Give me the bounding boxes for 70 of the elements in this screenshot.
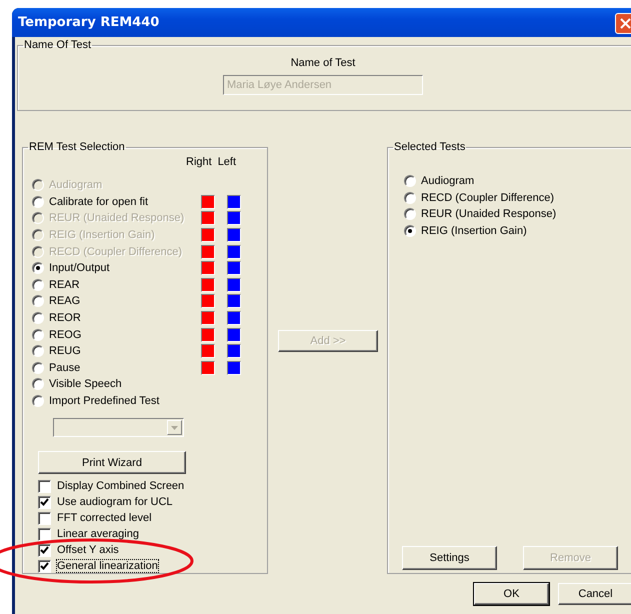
checkbox-label: Offset Y axis (57, 544, 119, 556)
radio-label: Audiogram (421, 175, 474, 188)
left-ear-swatch (227, 261, 241, 276)
radio-label: Visible Speech (49, 378, 123, 390)
radio-button[interactable] (32, 328, 44, 341)
left-ear-swatch (227, 294, 241, 308)
checkbox-label: FFT corrected level (57, 512, 152, 524)
left-ear-swatch (227, 278, 241, 292)
checkbox[interactable] (38, 528, 51, 541)
radio-button[interactable] (32, 196, 44, 208)
checkbox[interactable] (38, 544, 51, 557)
radio-button[interactable] (32, 262, 44, 274)
radio-label: REUR (Unaided Response) (49, 212, 186, 224)
radio-label: REUR (Unaided Response) (421, 208, 556, 220)
left-ear-swatch (227, 211, 241, 226)
radio-label: REIG (Insertion Gain) (421, 225, 527, 238)
radio-button[interactable] (32, 378, 44, 390)
group-title: Name Of Test (23, 39, 92, 51)
radio-button[interactable] (404, 175, 416, 188)
left-ear-swatch (227, 228, 241, 242)
column-header: Right (186, 156, 212, 170)
radio-button[interactable] (404, 225, 416, 238)
caret-icon (171, 426, 178, 430)
radio-label: REUG (49, 345, 82, 358)
radio-button[interactable] (32, 278, 44, 291)
left-ear-swatch (227, 244, 241, 259)
radio-label: REOG (49, 328, 82, 341)
radio-label: Audiogram (49, 179, 104, 192)
checkbox[interactable] (38, 560, 51, 573)
radio-label: Import Predefined Test (49, 395, 160, 408)
check-icon (40, 498, 49, 506)
radio-label: REIG (Insertion Gain) (49, 229, 156, 242)
group-title: Selected Tests (393, 141, 466, 153)
radio-button[interactable] (404, 208, 416, 220)
radio-button[interactable] (32, 395, 44, 408)
window-title: Temporary REM440 (18, 15, 160, 30)
checkbox[interactable] (38, 480, 51, 493)
radio-label: Input/Output (49, 262, 111, 274)
close-icon (620, 18, 631, 29)
radio-label: REAG (49, 295, 82, 308)
radio-button[interactable] (32, 362, 44, 374)
radio-button[interactable] (32, 312, 44, 324)
group-title: REM Test Selection (28, 141, 126, 153)
checkbox-label: Display Combined Screen (57, 480, 184, 492)
left-ear-swatch (227, 194, 241, 209)
close-button[interactable] (615, 13, 631, 34)
radio-label: RECD (Coupler Difference) (421, 192, 554, 204)
checkbox[interactable] (38, 512, 51, 525)
checkbox[interactable] (38, 496, 51, 509)
left-ear-swatch (227, 360, 241, 375)
radio-button[interactable] (404, 192, 416, 204)
radio-button[interactable] (32, 345, 44, 358)
left-ear-swatch (227, 344, 241, 358)
dialog-button[interactable]: Cancel (558, 583, 631, 605)
dialog-button[interactable]: OK (474, 583, 549, 605)
checkbox-label: Use audiogram for UCL (57, 496, 173, 508)
checkbox-label: Linear averaging (57, 528, 139, 540)
radio-label: REAR (49, 278, 81, 291)
field-label: Name of Test (290, 57, 356, 69)
checkbox-label: General linearization (57, 560, 158, 572)
left-ear-swatch (227, 311, 241, 326)
print-wizard-button[interactable]: Print Wizard (38, 451, 186, 474)
radio-label: Pause (49, 362, 82, 374)
radio-label: RECD (Coupler Difference) (49, 246, 184, 258)
radio-label: Calibrate for open fit (49, 196, 150, 208)
radio-button[interactable] (32, 295, 44, 308)
dialog-button[interactable]: Settings (402, 546, 497, 570)
left-ear-swatch (227, 328, 241, 342)
radio-label: REOR (49, 312, 82, 324)
column-header: Left (218, 156, 236, 170)
